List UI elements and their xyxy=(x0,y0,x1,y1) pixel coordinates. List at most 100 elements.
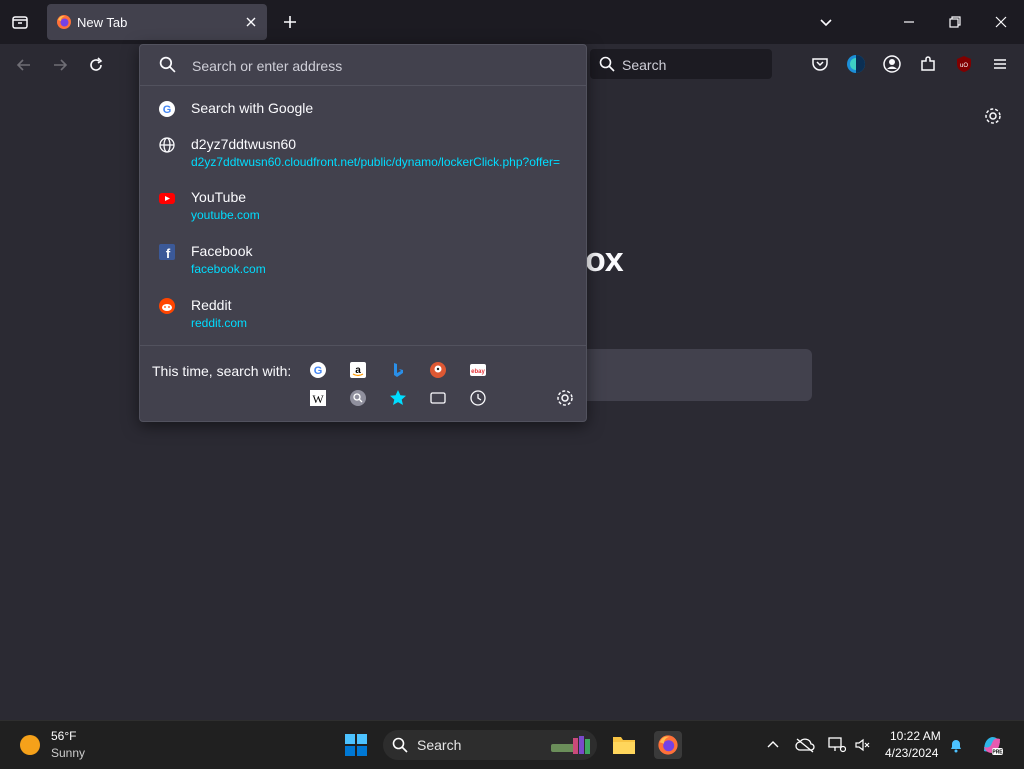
taskbar-search-label: Search xyxy=(417,737,462,753)
start-button[interactable] xyxy=(342,731,370,759)
bookmarks-search-button[interactable] xyxy=(388,388,408,408)
svg-text:a: a xyxy=(355,365,361,376)
history-search-button[interactable] xyxy=(468,388,488,408)
amazon-icon: a xyxy=(350,362,366,378)
minimize-icon xyxy=(904,21,914,23)
result-history-d2yz7ddtwusn60[interactable]: d2yz7ddtwusn60 d2yz7ddtwusn60.cloudfront… xyxy=(146,136,580,176)
urlbar-popup: G Search with Google d2yz7ddtwusn60 d2yz… xyxy=(139,44,587,422)
svg-text:G: G xyxy=(314,365,323,377)
hamburger-menu-icon xyxy=(994,59,1006,69)
result-facebook[interactable]: f Facebook facebook.com xyxy=(146,243,580,283)
custom-engine-button[interactable] xyxy=(348,388,368,408)
network-monitor-icon xyxy=(828,737,846,753)
search-highlight-books-icon xyxy=(549,734,593,756)
taskbar-search[interactable]: Search xyxy=(383,730,597,760)
forward-arrow-icon xyxy=(54,59,68,71)
globe-icon xyxy=(158,136,176,154)
close-icon xyxy=(995,16,1007,28)
list-all-tabs-button[interactable] xyxy=(812,8,840,36)
ublock-button[interactable]: uO xyxy=(950,50,978,78)
duckduckgo-icon xyxy=(430,362,446,378)
toolbar-search-label: Search xyxy=(622,57,667,73)
personalize-button[interactable] xyxy=(979,102,1007,130)
new-tab-button[interactable] xyxy=(276,8,304,36)
forward-button[interactable] xyxy=(46,51,74,79)
result-search-with-google[interactable]: G Search with Google xyxy=(146,100,580,124)
bookmarks-star-icon xyxy=(390,390,406,405)
windows-taskbar: 56°F Sunny Search 10:22 AM 4/23/2024 PRE xyxy=(0,720,1024,769)
page-search-box[interactable] xyxy=(585,349,812,401)
search-settings-button[interactable] xyxy=(555,388,575,408)
copilot-icon: PRE xyxy=(984,737,1003,756)
urlbar-input[interactable] xyxy=(190,55,574,77)
facebook-icon: f xyxy=(158,243,176,261)
svg-text:W: W xyxy=(312,392,324,406)
bing-engine-button[interactable] xyxy=(388,360,408,380)
result-title: d2yz7ddtwusn60 xyxy=(191,136,297,152)
duckduckgo-engine-button[interactable] xyxy=(428,360,448,380)
puzzle-icon xyxy=(921,56,935,71)
extensions-button[interactable] xyxy=(914,50,942,78)
ebay-icon: ebay xyxy=(470,364,486,376)
clock[interactable]: 10:22 AM 4/23/2024 xyxy=(880,725,946,765)
network-button[interactable] xyxy=(823,731,851,759)
firefox-taskbar-button[interactable] xyxy=(654,731,682,759)
onedrive-button[interactable] xyxy=(791,731,819,759)
urlbar[interactable] xyxy=(140,45,586,86)
windows-logo-icon xyxy=(345,734,367,756)
tabs-search-button[interactable] xyxy=(428,388,448,408)
search-icon xyxy=(599,56,615,77)
back-arrow-icon xyxy=(16,59,30,71)
toolbar-search-box[interactable]: Search xyxy=(590,49,772,79)
notifications-button[interactable] xyxy=(942,731,970,759)
svg-text:uO: uO xyxy=(960,63,968,69)
google-engine-button[interactable]: G xyxy=(308,360,328,380)
result-url: facebook.com xyxy=(191,262,266,276)
close-window-button[interactable] xyxy=(987,8,1015,36)
close-tab-icon[interactable] xyxy=(243,14,259,30)
clock-date: 4/23/2024 xyxy=(885,746,939,760)
account-button[interactable] xyxy=(878,50,906,78)
result-youtube[interactable]: YouTube youtube.com xyxy=(146,189,580,229)
chevron-down-icon xyxy=(820,19,832,27)
file-explorer-button[interactable] xyxy=(610,731,638,759)
search-icon xyxy=(392,737,408,758)
restore-button[interactable] xyxy=(941,8,969,36)
folder-icon xyxy=(613,737,635,754)
result-title: YouTube xyxy=(191,189,247,205)
app-menu-button[interactable] xyxy=(986,50,1014,78)
settings-gear-icon xyxy=(985,108,1001,124)
restore-icon xyxy=(949,16,961,28)
firefox-logo-icon xyxy=(56,14,72,30)
sun-icon xyxy=(20,735,40,755)
minimize-button[interactable] xyxy=(895,8,923,36)
tab-new-tab[interactable]: New Tab xyxy=(47,4,267,40)
wikipedia-engine-button[interactable]: W xyxy=(308,388,328,408)
cloud-offline-icon xyxy=(795,738,815,753)
volume-button[interactable] xyxy=(848,731,876,759)
copilot-button[interactable]: PRE xyxy=(978,731,1006,759)
search-icon xyxy=(159,56,176,78)
search-engine-icon xyxy=(350,390,366,406)
one-off-search-label: This time, search with: xyxy=(152,363,292,379)
pocket-button[interactable] xyxy=(806,50,834,78)
weather-temperature: 56°F xyxy=(51,729,77,743)
google-icon: G xyxy=(310,362,326,378)
ebay-engine-button[interactable]: ebay xyxy=(468,360,488,380)
svg-text:PRE: PRE xyxy=(992,750,1003,756)
tabs-icon xyxy=(430,392,446,404)
popup-divider xyxy=(140,345,586,346)
account-icon xyxy=(883,55,901,73)
extension-button[interactable] xyxy=(842,50,870,78)
reload-button[interactable] xyxy=(82,51,110,79)
result-reddit[interactable]: Reddit reddit.com xyxy=(146,297,580,337)
back-button[interactable] xyxy=(10,51,38,79)
clock-time: 10:22 AM xyxy=(890,729,941,743)
show-hidden-icons-button[interactable] xyxy=(759,731,787,759)
amazon-engine-button[interactable]: a xyxy=(348,360,368,380)
title-bar: New Tab xyxy=(0,0,1024,44)
svg-text:G: G xyxy=(163,104,172,116)
tab-list-icon[interactable] xyxy=(6,8,34,36)
result-url: d2yz7ddtwusn60.cloudfront.net/public/dyn… xyxy=(191,155,560,169)
weather-widget[interactable]: 56°F Sunny xyxy=(8,725,118,765)
